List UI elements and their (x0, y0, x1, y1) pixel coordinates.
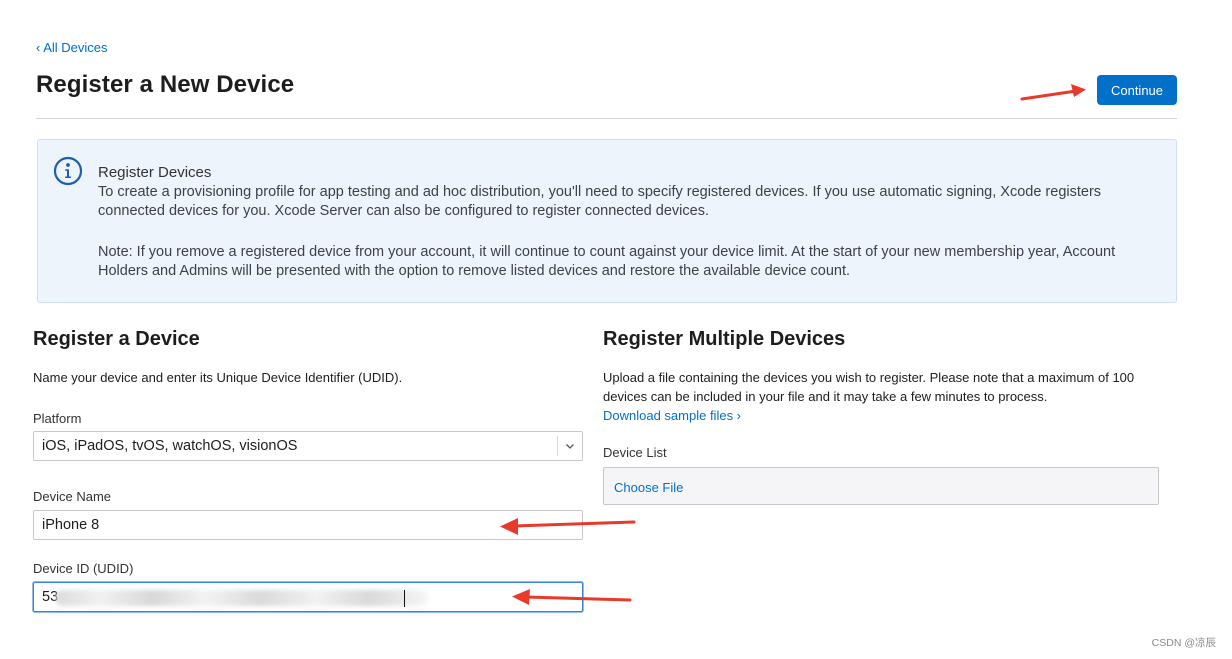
header-divider (36, 118, 1177, 119)
text-caret (404, 590, 405, 607)
register-device-title: Register a Device (33, 328, 200, 350)
register-multiple-title: Register Multiple Devices (603, 328, 846, 350)
info-icon (53, 156, 83, 186)
platform-label: Platform (33, 411, 82, 426)
download-sample-files-link[interactable]: Download sample files › (603, 408, 741, 423)
platform-select[interactable]: iOS, iPadOS, tvOS, watchOS, visionOS (33, 431, 583, 461)
device-name-label: Device Name (33, 489, 112, 504)
select-divider (557, 436, 558, 456)
device-list-file-picker[interactable]: Choose File (603, 467, 1159, 505)
page-title: Register a New Device (36, 71, 295, 98)
udid-redaction (56, 590, 428, 606)
register-multiple-description: Upload a file containing the devices you… (603, 370, 1135, 404)
register-device-description: Name your device and enter its Unique De… (33, 370, 403, 385)
back-to-all-devices-link[interactable]: ‹ All Devices (36, 40, 108, 55)
continue-button[interactable]: Continue (1097, 75, 1177, 105)
watermark: CSDN @凉辰 (1151, 637, 1216, 649)
annotation-arrow-continue (1020, 84, 1086, 101)
register-device-page: ‹ All Devices Register a New Device Cont… (0, 0, 1232, 659)
info-panel: Register Devices To create a provisionin… (37, 139, 1177, 303)
info-title: Register Devices (98, 164, 212, 181)
udid-label: Device ID (UDID) (33, 561, 134, 576)
annotation-arrow-device-name (500, 518, 636, 535)
annotation-arrow-udid (512, 589, 632, 605)
chevron-down-icon (566, 444, 574, 449)
info-note: Note: If you remove a registered device … (98, 244, 1116, 279)
choose-file-button[interactable]: Choose File (614, 480, 683, 495)
info-paragraph: To create a provisioning profile for app… (98, 184, 1102, 219)
platform-select-value: iOS, iPadOS, tvOS, watchOS, visionOS (42, 438, 298, 454)
device-list-label: Device List (603, 445, 667, 460)
